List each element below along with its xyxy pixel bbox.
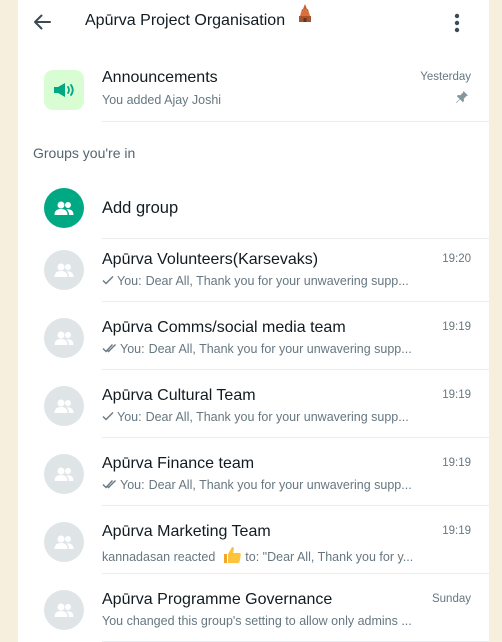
message-preview: You changed this group's setting to allo… — [102, 614, 472, 628]
group-last-message: You changed this group's setting to allo… — [102, 614, 472, 628]
group-name: Apūrva Comms/social media team — [102, 319, 346, 336]
group-row[interactable]: Apūrva Marketing Team 19:19 kannadasan rea… — [18, 512, 489, 574]
group-time: 19:19 — [442, 457, 471, 469]
message-preview: You: Dear All, Thank you for your unwaver… — [102, 274, 472, 288]
add-group-label: Add group — [102, 199, 179, 217]
group-row[interactable]: Apūrva Cultural Team 19:19 You: Dear All, T… — [18, 376, 489, 438]
divider — [102, 505, 489, 506]
page-title: Apūrva Project Organisation — [85, 12, 286, 29]
divider — [102, 301, 489, 302]
single-tick-icon — [102, 274, 114, 288]
group-last-message: You: Dear All, Thank you for your unwaver… — [102, 274, 472, 288]
message-preview: kannadasan reacted to: "Dear All, Thank y… — [102, 546, 472, 567]
group-time: 19:19 — [442, 389, 471, 401]
message-sender: You: — [120, 478, 145, 492]
announcements-subtitle: You added Ajay Joshi — [102, 93, 222, 107]
group-name: Apūrva Cultural Team — [102, 387, 256, 404]
more-options-icon[interactable] — [445, 10, 469, 36]
group-avatar-icon — [44, 590, 84, 630]
message-sender: You: — [117, 274, 142, 288]
group-name: Apūrva Volunteers(Karsevaks) — [102, 251, 319, 268]
group-time: 19:19 — [442, 525, 471, 537]
message-text: Dear All, Thank you for your unwavering … — [148, 342, 412, 356]
divider — [102, 121, 489, 122]
group-last-message: You: Dear All, Thank you for your unwaver… — [102, 478, 472, 492]
pin-icon — [455, 90, 469, 104]
group-name: Apūrva Programme Governance — [102, 591, 333, 608]
megaphone-icon — [44, 70, 84, 110]
temple-icon — [297, 4, 313, 24]
divider — [102, 573, 489, 574]
group-avatar-icon — [44, 318, 84, 358]
message-text: You changed this group's setting to allo… — [102, 614, 412, 628]
group-row[interactable]: Apūrva Programme Governance Sunday You cha… — [18, 580, 489, 642]
group-avatar-icon — [44, 386, 84, 426]
group-name: Apūrva Finance team — [102, 455, 255, 472]
announcements-time: Yesterday — [420, 71, 471, 83]
message-preview: You: Dear All, Thank you for your unwaver… — [102, 410, 472, 424]
message-sender: kannadasan reacted — [102, 549, 216, 564]
group-row[interactable]: Apūrva Volunteers(Karsevaks) 19:20 You: Dea… — [18, 240, 489, 302]
announcements-title: Announcements — [102, 69, 218, 86]
group-avatar-icon — [44, 454, 84, 494]
group-avatar-icon — [44, 250, 84, 290]
group-row[interactable]: Apūrva Finance team 19:19 You: Dear All, Th… — [18, 444, 489, 506]
section-heading: Groups you're in — [33, 145, 136, 161]
message-preview: You: Dear All, Thank you for your unwaver… — [102, 342, 472, 356]
group-time: Sunday — [431, 593, 471, 605]
divider — [102, 238, 489, 239]
back-arrow-icon[interactable] — [29, 9, 55, 35]
group-last-message: You: Dear All, Thank you for your unwaver… — [102, 410, 472, 424]
message-sender: You: — [120, 342, 145, 356]
message-text: Dear All, Thank you for your unwavering … — [148, 478, 412, 492]
header: Apūrva Project Organisation — [18, 0, 489, 46]
announcements-row[interactable]: Announcements You added Ajay Joshi Yeste… — [18, 60, 489, 122]
group-last-message: You: Dear All, Thank you for your unwaver… — [102, 342, 472, 356]
add-group-row[interactable]: Add group — [18, 180, 489, 239]
add-group-icon — [44, 188, 84, 228]
double-tick-icon — [102, 342, 117, 356]
message-text: Dear All, Thank you for your unwavering … — [145, 410, 409, 424]
thumbs-up-icon — [222, 546, 242, 567]
message-preview: You: Dear All, Thank you for your unwaver… — [102, 478, 472, 492]
message-text: to: "Dear All, Thank you for y... — [245, 549, 414, 564]
divider — [102, 437, 489, 438]
double-tick-icon — [102, 478, 117, 492]
message-sender: You: — [117, 410, 142, 424]
group-last-message: kannadasan reacted to: "Dear All, Thank y… — [102, 546, 472, 567]
community-panel: Apūrva Project Organisation Announcement… — [18, 0, 489, 642]
group-time: 19:20 — [442, 253, 471, 265]
group-name: Apūrva Marketing Team — [102, 523, 271, 540]
group-row[interactable]: Apūrva Comms/social media team 19:19 You: D… — [18, 308, 489, 370]
group-time: 19:19 — [442, 321, 471, 333]
divider — [102, 369, 489, 370]
group-avatar-icon — [44, 522, 84, 562]
message-text: Dear All, Thank you for your unwavering … — [145, 274, 409, 288]
single-tick-icon — [102, 410, 114, 424]
